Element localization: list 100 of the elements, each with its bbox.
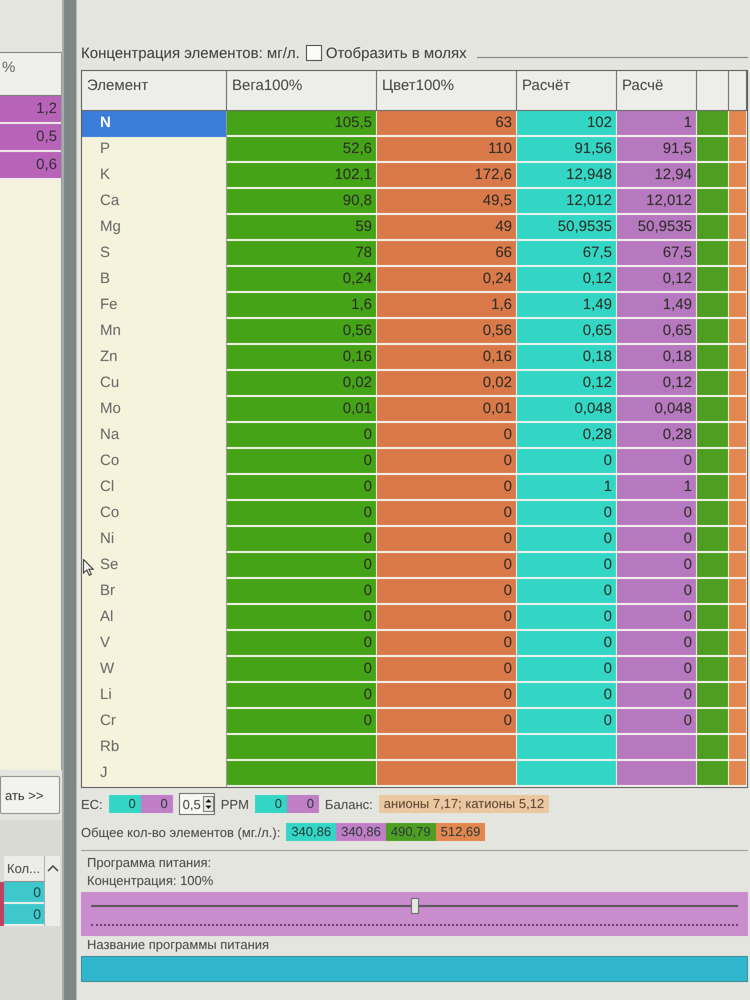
table-cell: 12,012 [617, 189, 697, 215]
element-cell[interactable]: Se [82, 553, 227, 579]
table-cell: 1,6 [227, 293, 377, 319]
table-cell: 50,9535 [517, 215, 617, 241]
table-cell: 0 [517, 683, 617, 709]
scrollbar[interactable] [44, 856, 60, 926]
total-value: 340,86 [336, 823, 386, 841]
element-cell[interactable]: Zn [82, 345, 227, 371]
program-name-label: Название программы питания [86, 936, 270, 954]
column-header: Элемент [82, 71, 227, 111]
table-cell: 63 [377, 111, 517, 137]
scroll-up-icon[interactable] [46, 864, 58, 872]
table-cell: 0 [617, 709, 697, 735]
table-cell: 0 [517, 579, 617, 605]
table-cell: 0,56 [377, 319, 517, 345]
element-cell[interactable]: Co [82, 449, 227, 475]
table-cell: 0 [377, 683, 517, 709]
ec-value: 0 [140, 795, 173, 813]
element-cell[interactable]: V [82, 631, 227, 657]
element-cell[interactable]: Na [82, 423, 227, 449]
table-cell: 0 [227, 657, 377, 683]
table-cell: 0,56 [227, 319, 377, 345]
table-cell: 102 [517, 111, 617, 137]
element-cell[interactable]: Mn [82, 319, 227, 345]
slider-thumb[interactable] [410, 898, 418, 914]
checkbox-label[interactable]: Отобразить в молях [326, 44, 467, 62]
table-cell: 1,49 [517, 293, 617, 319]
checkbox[interactable] [306, 45, 322, 61]
element-cell[interactable]: K [82, 163, 227, 189]
table-cell: 50,9535 [617, 215, 697, 241]
total-value: 490,79 [386, 823, 436, 841]
table-cell: 0 [617, 579, 697, 605]
table-cell: 0 [227, 605, 377, 631]
element-cell[interactable]: N [82, 111, 227, 137]
element-cell[interactable]: Cu [82, 371, 227, 397]
program-name-field[interactable] [81, 956, 748, 982]
table-cell: 172,6 [377, 163, 517, 189]
column-header: Цвет100% [377, 71, 517, 111]
spinner-arrows-icon[interactable] [202, 796, 214, 812]
element-cell[interactable]: Cr [82, 709, 227, 735]
table-cell: 67,5 [617, 241, 697, 267]
element-cell[interactable]: Cl [82, 475, 227, 501]
table-cell: 66 [377, 241, 517, 267]
table-cell: 0,048 [517, 397, 617, 423]
element-cell[interactable]: B [82, 267, 227, 293]
table-cell: 0 [517, 553, 617, 579]
table-cell: 0 [617, 553, 697, 579]
table-cell: 49 [377, 215, 517, 241]
table-cell: 78 [227, 241, 377, 267]
program-title: Программа питания: [86, 854, 212, 872]
partial-column [0, 882, 4, 926]
element-cell[interactable]: Rb [82, 735, 227, 761]
column-header: Расчёт [517, 71, 617, 111]
table-cell: 0,18 [617, 345, 697, 371]
table-cell: 0 [617, 631, 697, 657]
element-cell[interactable]: Mo [82, 397, 227, 423]
table-cell: 0 [517, 631, 617, 657]
table-cell: 0,5 [0, 124, 61, 152]
table-cell: 0 [377, 475, 517, 501]
ec-label: EC: [81, 796, 103, 812]
ec-spin-field[interactable]: 0,5 [178, 793, 215, 815]
table-cell: 0 [377, 423, 517, 449]
table-cell: 0 [227, 449, 377, 475]
element-cell[interactable]: W [82, 657, 227, 683]
table-cell: 0,18 [517, 345, 617, 371]
table-cell: 12,94 [617, 163, 697, 189]
table-cell: 0 [617, 605, 697, 631]
element-cell[interactable]: Ni [82, 527, 227, 553]
table-cell: 0 [227, 631, 377, 657]
table-cell: 0,28 [617, 423, 697, 449]
element-cell[interactable]: P [82, 137, 227, 163]
table-cell: 67,5 [517, 241, 617, 267]
table-cell: 1 [617, 475, 697, 501]
element-cell[interactable]: J [82, 761, 227, 787]
column-header: Расчё [617, 71, 697, 111]
element-cell[interactable]: Fe [82, 293, 227, 319]
column-header: % [0, 52, 61, 96]
element-cell[interactable]: Al [82, 605, 227, 631]
add-button[interactable]: ать >> [0, 776, 60, 814]
ppm-value: 0 [254, 795, 287, 813]
table-cell: 0,12 [517, 267, 617, 293]
element-cell[interactable]: Li [82, 683, 227, 709]
table-cell: 0 [617, 683, 697, 709]
element-cell[interactable]: Ca [82, 189, 227, 215]
table-cell: 49,5 [377, 189, 517, 215]
element-cell[interactable]: Mg [82, 215, 227, 241]
table-cell: 105,5 [227, 111, 377, 137]
table-cell: 0,02 [377, 371, 517, 397]
table-cell: 0,01 [377, 397, 517, 423]
element-cell[interactable]: Co [82, 501, 227, 527]
element-cell[interactable]: Br [82, 579, 227, 605]
table-cell: 0 [377, 631, 517, 657]
table-cell: 0 [517, 501, 617, 527]
table-cell: 0 [227, 683, 377, 709]
table-cell: 0,16 [377, 345, 517, 371]
table-cell: 91,5 [617, 137, 697, 163]
table-cell: 0 [4, 904, 44, 926]
mouse-cursor-icon [83, 559, 94, 576]
table-cell: 0 [517, 605, 617, 631]
element-cell[interactable]: S [82, 241, 227, 267]
